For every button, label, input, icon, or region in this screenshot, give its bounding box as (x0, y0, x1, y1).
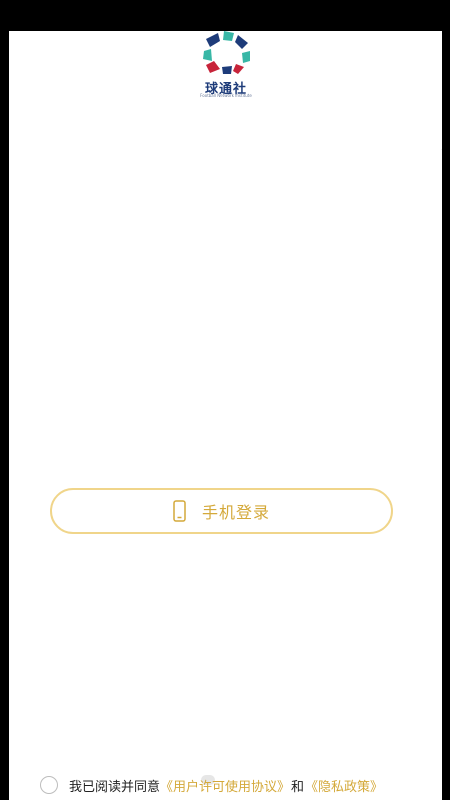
app-screen: 球通社 Football Network Institute 手机登录 我已阅读… (9, 31, 442, 800)
agreement-conjunction: 和 (291, 779, 305, 795)
app-logo: 球通社 Football Network Institute (195, 31, 257, 101)
agreement-checkbox[interactable] (40, 776, 58, 794)
user-license-link[interactable]: 《用户许可使用协议》 (160, 776, 290, 795)
phone-login-label: 手机登录 (201, 503, 270, 522)
logo-mark-icon (203, 31, 250, 74)
agreement-row: 我已阅读并同意 《用户许可使用协议》 和 《隐私政策》 (40, 774, 383, 796)
app-subtitle: Football Network Institute (200, 93, 252, 98)
privacy-policy-link[interactable]: 《隐私政策》 (305, 776, 383, 795)
right-edge-mark (441, 149, 442, 150)
phone-icon (173, 500, 186, 522)
phone-login-button[interactable]: 手机登录 (50, 488, 393, 534)
agreement-prefix: 我已阅读并同意 (69, 779, 161, 795)
